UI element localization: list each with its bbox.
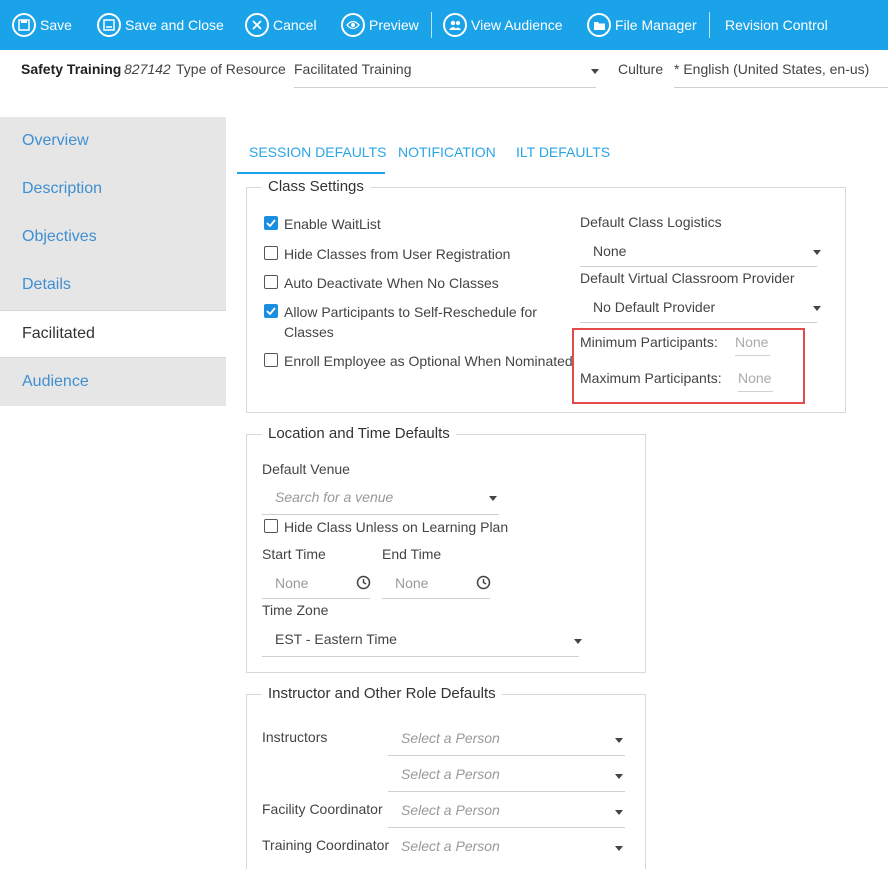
chevron-down-icon (591, 69, 599, 74)
role-defaults-legend: Instructor and Other Role Defaults (262, 685, 502, 702)
checkbox-checked-icon (264, 304, 278, 318)
nav-item-overview[interactable]: Overview (0, 117, 226, 165)
self-reschedule-checkbox[interactable]: Allow Participants to Self-Reschedule fo… (264, 302, 549, 342)
chevron-down-icon (574, 639, 582, 644)
end-time-label: End Time (382, 546, 442, 562)
time-zone-select[interactable]: EST - Eastern Time (262, 625, 582, 657)
auto-deactivate-checkbox[interactable]: Auto Deactivate When No Classes (264, 273, 499, 293)
enroll-optional-checkbox[interactable]: Enroll Employee as Optional When Nominat… (264, 351, 573, 371)
folder-icon (587, 13, 611, 37)
training-coordinator-select[interactable]: Select a Person (388, 832, 625, 860)
hide-classes-checkbox[interactable]: Hide Classes from User Registration (264, 244, 510, 264)
save-close-icon (97, 13, 121, 37)
checkbox-icon (264, 275, 278, 289)
checkbox-icon (264, 353, 278, 367)
close-icon (245, 13, 269, 37)
chevron-down-icon (615, 774, 623, 779)
instructor-select[interactable]: Select a Person (388, 724, 625, 756)
nav-item-audience[interactable]: Audience (0, 358, 226, 406)
facility-coordinator-label: Facility Coordinator (262, 801, 383, 817)
type-label: Type of Resource (176, 61, 286, 77)
toolbar-divider (709, 12, 710, 38)
view-audience-button[interactable]: View Audience (443, 0, 563, 50)
culture-label: Culture (618, 61, 664, 77)
eye-icon (341, 13, 365, 37)
facility-coordinator-select[interactable]: Select a Person (388, 796, 625, 828)
checkbox-icon (264, 246, 278, 260)
end-time-input[interactable]: None (382, 569, 490, 599)
time-zone-label: Time Zone (262, 602, 329, 618)
people-icon (443, 13, 467, 37)
minimum-participants-label: Minimum Participants: (580, 334, 718, 350)
maximum-participants-input[interactable]: None (738, 364, 773, 392)
tab-notification[interactable]: NOTIFICATION (398, 144, 496, 160)
enable-waitlist-checkbox[interactable]: Enable WaitList (264, 214, 381, 234)
toolbar-divider (431, 12, 432, 38)
location-time-legend: Location and Time Defaults (262, 425, 456, 442)
nav-item-objectives[interactable]: Objectives (0, 213, 226, 261)
nav-item-facilitated[interactable]: Facilitated (0, 310, 226, 358)
active-tab-indicator (237, 172, 385, 174)
maximum-participants-label: Maximum Participants: (580, 370, 722, 386)
hide-class-learning-plan-checkbox[interactable]: Hide Class Unless on Learning Plan (264, 517, 508, 537)
preview-button[interactable]: Preview (341, 0, 419, 50)
cancel-button[interactable]: Cancel (245, 0, 317, 50)
nav-item-description[interactable]: Description (0, 165, 226, 213)
start-time-label: Start Time (262, 546, 326, 562)
virtual-provider-select[interactable]: No Default Provider (580, 293, 821, 323)
checkbox-checked-icon (264, 216, 278, 230)
nav-item-details[interactable]: Details (0, 261, 226, 309)
tab-session-defaults[interactable]: SESSION DEFAULTS (249, 144, 386, 160)
toolbar: Save Save and Close Cancel Preview View … (0, 0, 888, 50)
resource-title: Safety Training (21, 61, 122, 77)
training-coordinator-label: Training Coordinator (262, 837, 390, 853)
chevron-down-icon (813, 306, 821, 311)
save-icon (12, 13, 36, 37)
file-manager-button[interactable]: File Manager (587, 0, 697, 50)
checkbox-icon (264, 519, 278, 533)
chevron-down-icon (615, 810, 623, 815)
start-time-input[interactable]: None (262, 569, 370, 599)
instructor-select-2[interactable]: Select a Person (388, 760, 625, 792)
tab-ilt-defaults[interactable]: ILT DEFAULTS (516, 144, 610, 160)
virtual-provider-label: Default Virtual Classroom Provider (580, 270, 795, 286)
chevron-down-icon (489, 496, 497, 501)
save-button[interactable]: Save (12, 0, 72, 50)
instructors-label: Instructors (262, 729, 328, 745)
chevron-down-icon (615, 846, 623, 851)
resource-header: Safety Training 827142 Type of Resource … (0, 50, 888, 112)
default-venue-label: Default Venue (262, 461, 350, 477)
class-logistics-label: Default Class Logistics (580, 214, 722, 230)
class-logistics-select[interactable]: None (580, 237, 821, 267)
clock-icon[interactable] (356, 575, 371, 590)
venue-search-select[interactable]: Search for a venue (262, 483, 499, 515)
minimum-participants-input[interactable]: None (735, 328, 770, 356)
chevron-down-icon (813, 250, 821, 255)
culture-select[interactable]: * English (United States, en-us) (674, 53, 888, 88)
chevron-down-icon (615, 738, 623, 743)
clock-icon[interactable] (476, 575, 491, 590)
resource-id: 827142 (124, 61, 171, 77)
revision-control-button[interactable]: Revision Control (725, 0, 828, 50)
save-and-close-button[interactable]: Save and Close (97, 0, 224, 50)
class-settings-legend: Class Settings (262, 178, 370, 195)
type-select[interactable]: Facilitated Training (294, 53, 599, 88)
